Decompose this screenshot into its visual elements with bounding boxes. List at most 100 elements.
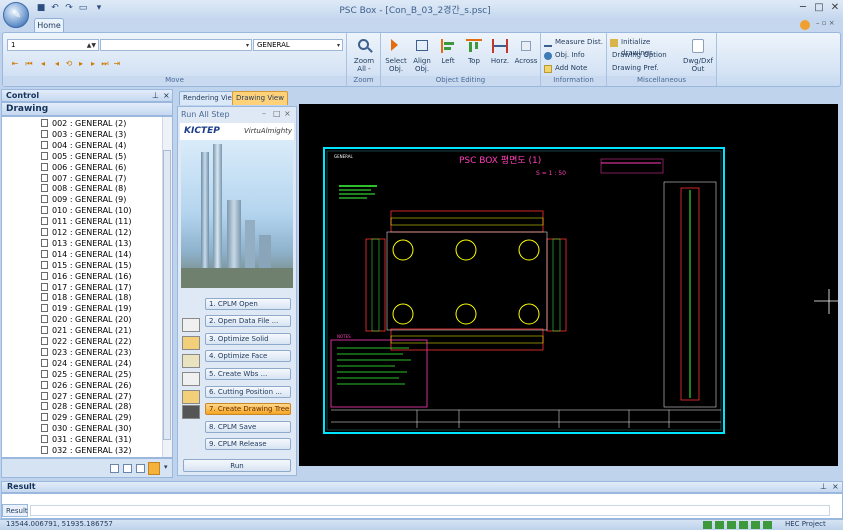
step-3-optimize-solid-button[interactable]: 3. Optimize Solid <box>205 333 291 345</box>
run-panel-restore-icon[interactable]: □ <box>273 109 281 118</box>
tree-item[interactable]: 012 : GENERAL (12) <box>41 227 131 238</box>
align-left-button[interactable]: Left <box>435 37 461 65</box>
nav-first-icon[interactable]: ⇤ <box>11 60 19 68</box>
tree-item[interactable]: 009 : GENERAL (9) <box>41 194 126 205</box>
help-icon[interactable] <box>800 20 810 30</box>
drawing-canvas[interactable]: GENERAL PSC BOX 평면도 (1) S = 1 : 50 NOTES <box>299 104 838 466</box>
tree-item[interactable]: 023 : GENERAL (23) <box>41 347 131 358</box>
view-tree-icon[interactable] <box>110 464 119 473</box>
tree-item[interactable]: 025 : GENERAL (25) <box>41 369 131 380</box>
add-note-button[interactable]: Add Note <box>544 63 606 74</box>
tree-item[interactable]: 030 : GENERAL (30) <box>41 423 131 434</box>
undo-icon[interactable]: ↶ <box>50 3 60 13</box>
nav-left-icon[interactable]: ◂ <box>53 60 61 68</box>
status-icon-2[interactable] <box>715 521 724 529</box>
tree-item[interactable]: 026 : GENERAL (26) <box>41 380 131 391</box>
step-1-cplm-open-button[interactable]: 1. CPLM Open <box>205 298 291 310</box>
tree-item[interactable]: 008 : GENERAL (8) <box>41 183 126 194</box>
tree-item[interactable]: 022 : GENERAL (22) <box>41 336 131 347</box>
obj-info-button[interactable]: Obj. Info <box>544 50 606 61</box>
tab-drawing-view[interactable]: Drawing View <box>232 91 288 105</box>
distribute-across-button[interactable]: Across <box>513 37 539 65</box>
tree-item[interactable]: 005 : GENERAL (5) <box>41 151 126 162</box>
dwg-dxf-out-button[interactable]: Dwg/Dxf Out <box>683 37 713 73</box>
tree-item[interactable]: 027 : GENERAL (27) <box>41 391 131 402</box>
maximize-button[interactable]: □ <box>812 2 826 14</box>
step-4-optimize-face-button[interactable]: 4. Optimize Face <box>205 350 291 362</box>
initialize-drawings-button[interactable]: Initialize drawings <box>610 37 682 57</box>
tree-item[interactable]: 016 : GENERAL (16) <box>41 271 131 282</box>
zoom-all-button[interactable]: Zoom All - <box>351 37 377 73</box>
status-icon-4[interactable] <box>739 521 748 529</box>
tree-item[interactable]: 020 : GENERAL (20) <box>41 314 131 325</box>
tree-item[interactable]: 031 : GENERAL (31) <box>41 434 131 445</box>
result-close-icon[interactable]: × <box>832 482 839 491</box>
status-icon-5[interactable] <box>751 521 760 529</box>
tree-item[interactable]: 011 : GENERAL (11) <box>41 216 131 227</box>
step-7-create-drawing-tree-button[interactable]: 7. Create Drawing Tree <box>205 403 291 415</box>
run-panel-close-icon[interactable]: × <box>284 109 291 118</box>
tree-item[interactable]: 007 : GENERAL (7) <box>41 173 126 184</box>
view-combo[interactable]: ▾ <box>100 39 252 51</box>
tab-home[interactable]: Home <box>34 18 64 33</box>
step-2-open-data-file-button[interactable]: 2. Open Data File ... <box>205 315 291 327</box>
minimize-button[interactable]: ─ <box>796 2 810 14</box>
view-list-icon[interactable] <box>123 464 132 473</box>
result-output-area[interactable]: Result <box>1 493 843 519</box>
nav-back-icon[interactable]: ◂ <box>39 60 47 68</box>
tree-item[interactable]: 015 : GENERAL (15) <box>41 260 131 271</box>
distribute-horz-button[interactable]: Horz. <box>487 37 513 65</box>
step-9-cplm-release-button[interactable]: 9. CPLM Release <box>205 438 291 450</box>
align-top-button[interactable]: Top <box>461 37 487 65</box>
step-8-cplm-save-button[interactable]: 8. CPLM Save <box>205 421 291 433</box>
tree-item[interactable]: 018 : GENERAL (18) <box>41 292 131 303</box>
tree-item[interactable]: 024 : GENERAL (24) <box>41 358 131 369</box>
nav-refresh-icon[interactable]: ⟲ <box>65 60 73 68</box>
tree-item[interactable]: 003 : GENERAL (3) <box>41 129 126 140</box>
nav-forward-icon[interactable]: ▸ <box>89 60 97 68</box>
measure-dist-button[interactable]: Measure Dist. <box>544 37 606 48</box>
nav-next-page-icon[interactable]: ⏭ <box>101 60 109 68</box>
select-obj-button[interactable]: Select Obj. <box>383 37 409 73</box>
result-input-field[interactable] <box>30 505 830 516</box>
tree-item[interactable]: 004 : GENERAL (4) <box>41 140 126 151</box>
tree-item[interactable]: 028 : GENERAL (28) <box>41 401 131 412</box>
status-icon-3[interactable] <box>727 521 736 529</box>
run-panel-minimize-icon[interactable]: – <box>262 109 266 118</box>
ribbon-controls-icon[interactable]: – ▫ × <box>816 19 836 27</box>
save-icon[interactable]: ■ <box>36 3 46 13</box>
close-button[interactable]: ✕ <box>828 2 842 14</box>
tree-item[interactable]: 013 : GENERAL (13) <box>41 238 131 249</box>
step-6-cutting-position-button[interactable]: 6. Cutting Position ... <box>205 386 291 398</box>
align-obj-button[interactable]: Align Obj. <box>409 37 435 73</box>
status-icon-6[interactable] <box>763 521 772 529</box>
nav-prev-page-icon[interactable]: ⏮ <box>25 60 33 68</box>
tree-item[interactable]: 019 : GENERAL (19) <box>41 303 131 314</box>
tree-item[interactable]: 029 : GENERAL (29) <box>41 412 131 423</box>
quick-access-dropdown-icon[interactable]: ▾ <box>94 3 104 13</box>
run-button[interactable]: Run <box>183 459 291 472</box>
result-pin-icon[interactable]: ⊥ <box>820 482 827 491</box>
tree-item[interactable]: 017 : GENERAL (17) <box>41 282 131 293</box>
nav-right-icon[interactable]: ▸ <box>77 60 85 68</box>
status-icon-1[interactable] <box>703 521 712 529</box>
print-icon[interactable]: ▭ <box>78 3 88 13</box>
tree-item[interactable]: 002 : GENERAL (2) <box>41 118 126 129</box>
nav-last-icon[interactable]: ⇥ <box>113 60 121 68</box>
drawing-pref-button[interactable]: Drawing Pref. <box>610 63 682 74</box>
redo-icon[interactable]: ↷ <box>64 3 74 13</box>
general-combo[interactable]: GENERAL ▾ <box>253 39 343 51</box>
tree-item[interactable]: 010 : GENERAL (10) <box>41 205 131 216</box>
view-detail-icon[interactable] <box>136 464 145 473</box>
application-menu-button[interactable]: ✎ <box>3 2 29 28</box>
step-5-create-wbs-button[interactable]: 5. Create Wbs ... <box>205 368 291 380</box>
tree-item[interactable]: 006 : GENERAL (6) <box>41 162 126 173</box>
tree-item[interactable]: 032 : GENERAL (32) <box>41 445 131 456</box>
tree-scrollbar-thumb[interactable] <box>163 150 171 440</box>
tree-item[interactable]: 014 : GENERAL (14) <box>41 249 131 260</box>
tree-item[interactable]: 021 : GENERAL (21) <box>41 325 131 336</box>
close-panel-icon[interactable]: × <box>163 90 170 102</box>
toolbar-dropdown-icon[interactable]: ▾ <box>164 463 168 471</box>
view-drawing-icon[interactable] <box>148 462 160 475</box>
result-tab[interactable]: Result <box>2 504 28 517</box>
